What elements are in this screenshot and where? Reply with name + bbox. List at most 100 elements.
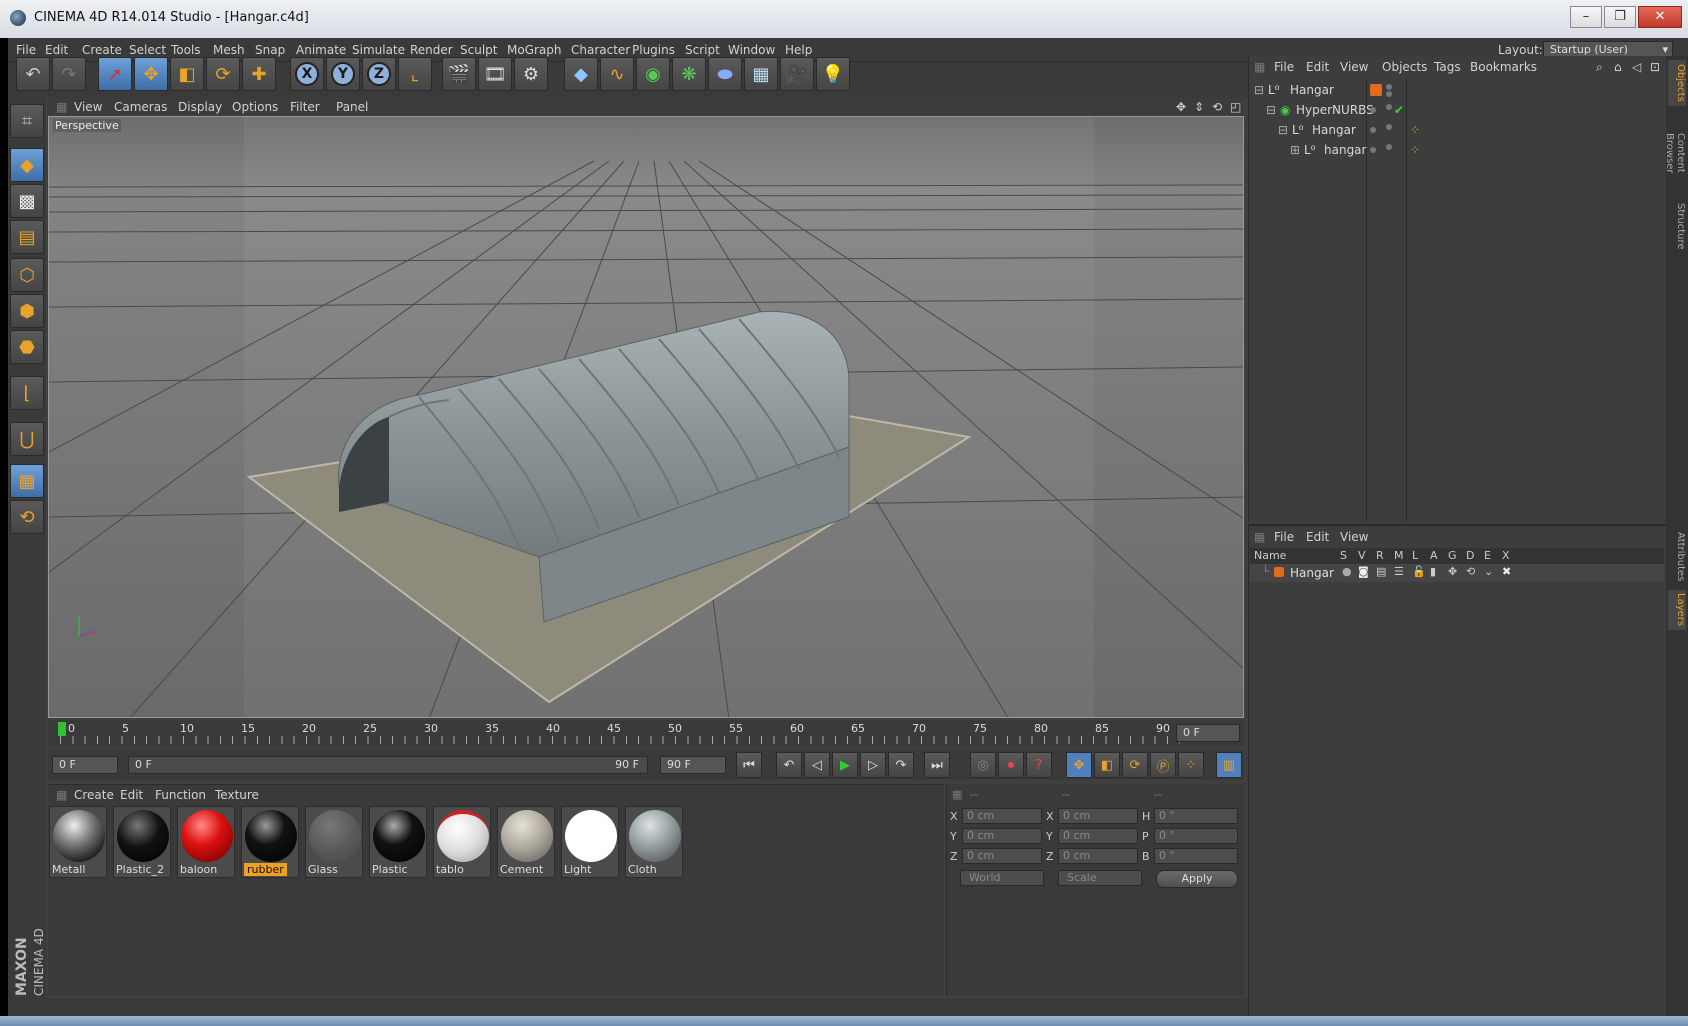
home-icon[interactable]: ⌂ [1614,60,1622,74]
camera-icon[interactable]: 🎥 [780,57,814,91]
spline-icon[interactable]: ∿ [600,57,634,91]
object-row-hypernurbs[interactable]: ⊟ ◉ HyperNURBS ✔ [1250,100,1664,120]
material-swatch[interactable]: Glass [305,806,363,878]
material-swatch[interactable]: tablo [433,806,491,878]
position-z-field[interactable]: 0 cm [962,848,1042,864]
object-menu-edit[interactable]: Edit [1306,60,1329,74]
panel-grip-icon[interactable]: ▦ [1254,60,1265,74]
viewport-menu-options[interactable]: Options [232,100,278,114]
editor-visibility-dot[interactable] [1370,127,1376,133]
menu-tools[interactable]: Tools [171,43,201,57]
expand-icon[interactable]: ⊟ [1254,83,1264,97]
record-keys-icon[interactable]: ◎ [970,752,996,778]
nurbs-icon[interactable]: ◉ [636,57,670,91]
menu-mesh[interactable]: Mesh [213,43,245,57]
size-y-field[interactable]: 0 cm [1058,828,1138,844]
move-tool-icon[interactable]: ✥ [134,57,168,91]
material-swatch[interactable]: rubber [241,806,299,878]
play-icon[interactable]: ▶ [832,752,858,778]
viewport-menu-cameras[interactable]: Cameras [114,100,167,114]
model-mode-icon[interactable]: ◆ [10,148,44,182]
material-menu-edit[interactable]: Edit [120,788,143,802]
rotation-h-field[interactable]: 0 ° [1154,808,1238,824]
back-icon[interactable]: ◁ [1632,60,1641,74]
tab-content-browser[interactable]: Content Browser [1664,112,1686,194]
solo-toggle-icon[interactable]: ● [1342,565,1352,578]
undo-icon[interactable]: ↶ [16,57,50,91]
menu-script[interactable]: Script [685,43,720,57]
live-selection-icon[interactable]: ➚ [98,57,132,91]
current-frame-field[interactable]: 0 F [1176,724,1240,742]
material-menu-function[interactable]: Function [155,788,206,802]
viewport-menu-filter[interactable]: Filter [290,100,320,114]
render-view-icon[interactable]: 🎬 [442,57,476,91]
object-menu-bookmarks[interactable]: Bookmarks [1470,60,1537,74]
layer-color-swatch[interactable] [1274,567,1284,577]
material-menu-texture[interactable]: Texture [215,788,259,802]
autokey-icon[interactable]: ⏺ [998,752,1024,778]
go-to-start-icon[interactable]: ⏮ [736,752,762,778]
record-rotation-icon[interactable]: ⟳ [1122,752,1148,778]
menu-character[interactable]: Character [571,43,630,57]
make-editable-icon[interactable]: ⌗ [10,104,44,138]
viewport-menu-display[interactable]: Display [178,100,222,114]
expand-icon[interactable]: ⊞ [1290,143,1300,157]
manager-toggle-icon[interactable]: ☰ [1394,565,1404,578]
object-menu-objects[interactable]: Objects [1382,60,1427,74]
timeline-ruler[interactable]: 0 5 10 15 20 25 30 35 40 45 50 55 60 65 … [48,720,1244,746]
deformers-toggle-icon[interactable]: ⟲ [1466,565,1475,578]
animation-toggle-icon[interactable]: ▮ [1430,565,1436,578]
menu-plugins[interactable]: Plugins [632,43,675,57]
workplane-icon[interactable]: ▤ [10,220,44,254]
layer-row-hangar[interactable]: └ Hangar ● ◙ ▤ ☰ 🔓 ▮ ✥ ⟲ ⌄ ✖ [1250,564,1664,582]
workplane-lock-icon[interactable]: ▦ [10,464,44,498]
record-position-icon[interactable]: ✥ [1066,752,1092,778]
editor-visibility-dot[interactable] [1386,84,1392,90]
material-tag-icon[interactable]: ⁘ [1410,143,1420,157]
edges-mode-icon[interactable]: ⬢ [10,294,44,328]
redo-icon[interactable]: ↷ [52,57,86,91]
layer-color-tag[interactable] [1370,84,1382,96]
enabled-check-icon[interactable]: ✔ [1394,103,1404,117]
editor-visibility-dot[interactable] [1370,107,1376,113]
record-scale-icon[interactable]: ◧ [1094,752,1120,778]
viewport-rotate-icon[interactable]: ⟲ [1212,100,1222,114]
expand-icon[interactable]: ⊟ [1278,123,1288,137]
position-y-field[interactable]: 0 cm [962,828,1042,844]
material-swatch[interactable]: Metall [49,806,107,878]
perspective-viewport[interactable]: Perspective [48,116,1244,718]
rotation-b-field[interactable]: 0 ° [1154,848,1238,864]
panel-grip-icon[interactable]: ▦ [952,788,962,801]
material-tag-icon[interactable]: ⁘ [1410,123,1420,137]
object-row-hangar-root[interactable]: ⊟ L⁰ Hangar [1250,80,1664,100]
minimize-button[interactable]: – [1570,6,1602,28]
coordinate-system-icon[interactable]: ⌞ [398,57,432,91]
panel-grip-icon[interactable]: ▦ [56,100,67,114]
material-swatch[interactable]: Plastic [369,806,427,878]
menu-sculpt[interactable]: Sculpt [460,43,497,57]
material-swatch[interactable]: Light [561,806,619,878]
frame-range-slider[interactable]: 0 F 90 F [128,756,648,774]
keyframe-selection-icon[interactable]: ? [1026,752,1052,778]
expand-icon[interactable]: ⊟ [1266,103,1276,117]
rotation-p-field[interactable]: 0 ° [1154,828,1238,844]
render-visibility-dot[interactable] [1386,144,1392,150]
x-axis-lock-icon[interactable]: X [290,57,324,91]
polygons-mode-icon[interactable]: ⬣ [10,330,44,364]
render-visibility-dot[interactable] [1386,91,1392,97]
rotate-tool-icon[interactable]: ⟳ [206,57,240,91]
record-parameter-icon[interactable]: Ⓟ [1150,752,1176,778]
close-button[interactable]: ✕ [1638,6,1682,28]
scheme-settings-icon[interactable]: ▥ [1216,752,1242,778]
layer-menu-view[interactable]: View [1340,530,1368,544]
render-visibility-dot[interactable] [1386,104,1392,110]
scale-tool-icon[interactable]: ◧ [170,57,204,91]
menu-window[interactable]: Window [728,43,775,57]
cinema4d-app-icon[interactable] [10,10,26,26]
array-icon[interactable]: ❋ [672,57,706,91]
expressions-toggle-icon[interactable]: ⌄ [1484,565,1493,578]
menu-select[interactable]: Select [129,43,166,57]
search-icon[interactable]: ⌕ [1596,60,1603,75]
object-row-hangar-child[interactable]: ⊟ L⁰ Hangar ⁘ [1250,120,1664,140]
size-x-field[interactable]: 0 cm [1058,808,1138,824]
